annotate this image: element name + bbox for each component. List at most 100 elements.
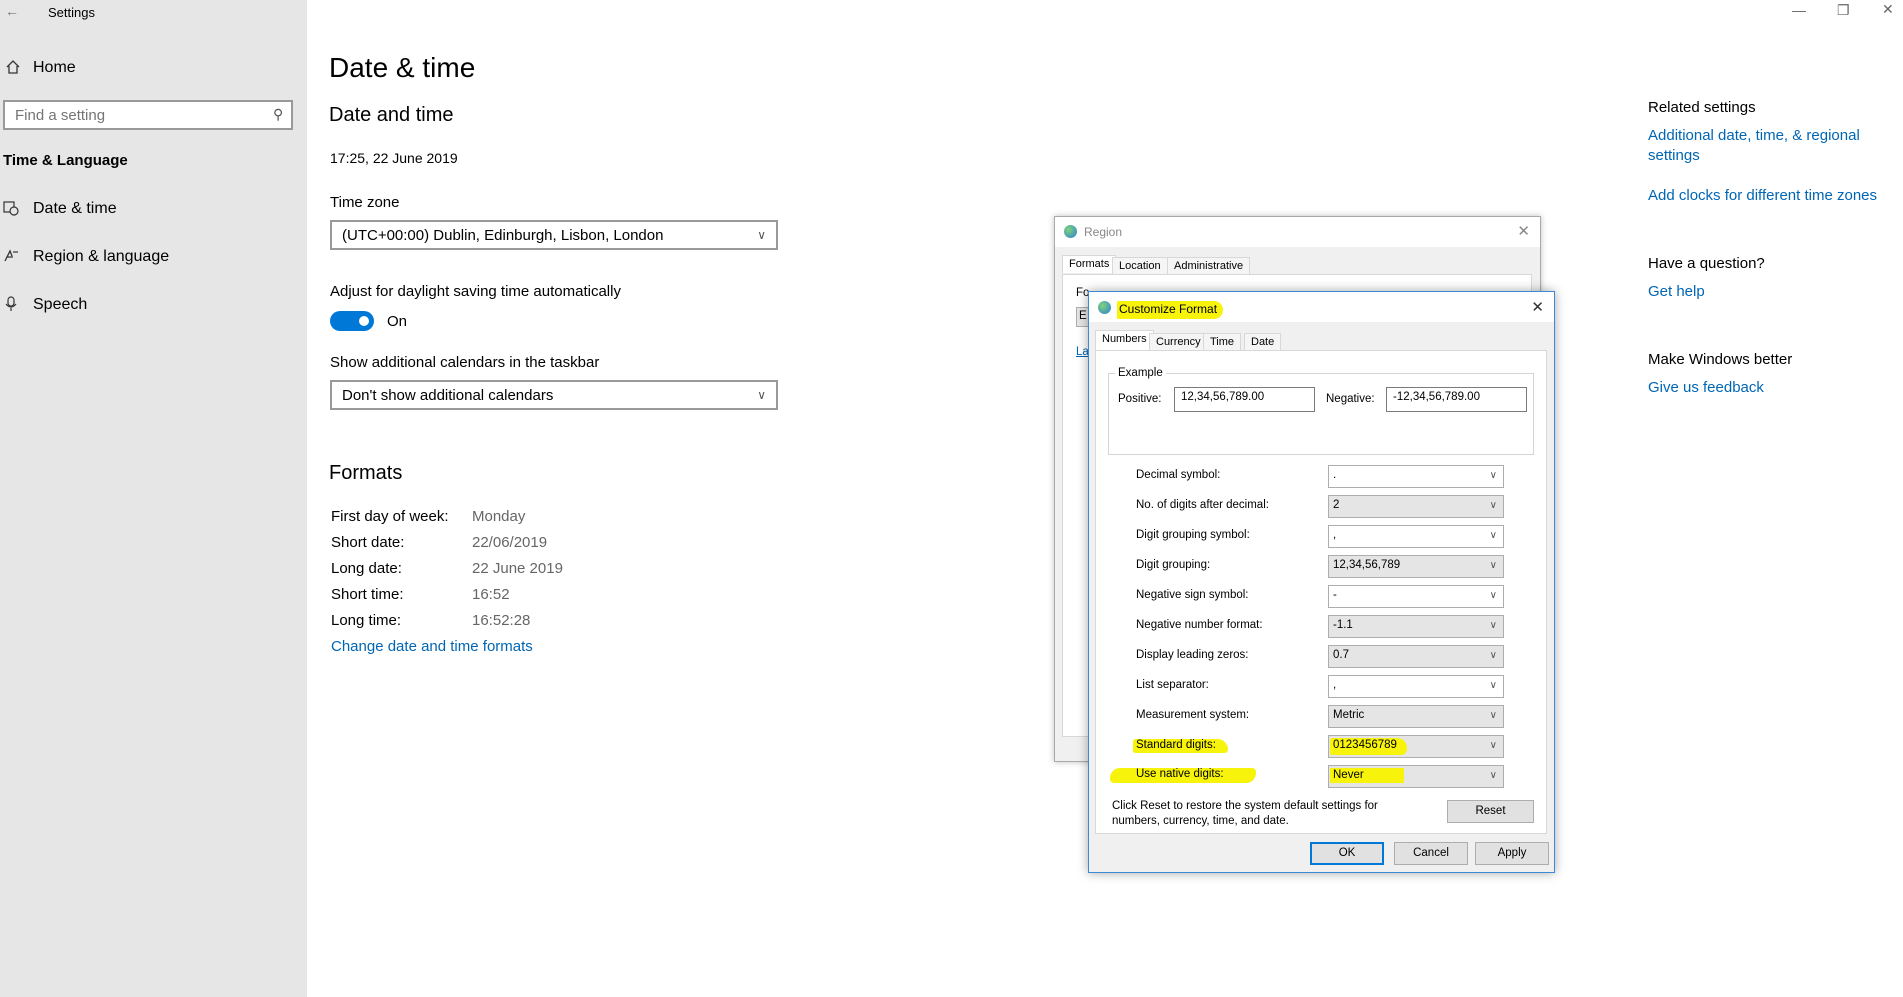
reset-button-label: Reset (1475, 805, 1506, 817)
format-value: Monday (472, 508, 526, 525)
region-titlebar: Region ✕ (1055, 217, 1540, 247)
digit-grouping-label: Digit grouping: (1136, 559, 1211, 571)
dst-toggle[interactable] (330, 311, 374, 331)
close-icon[interactable]: ✕ (1882, 1, 1894, 18)
calendars-label: Show additional calendars in the taskbar (330, 354, 600, 371)
format-value: 22/06/2019 (472, 534, 548, 551)
tab-formats[interactable]: Formats (1062, 255, 1117, 273)
tab-label: Administrative (1174, 260, 1244, 272)
app-title: Settings (48, 5, 95, 20)
format-label: Short date: (331, 534, 405, 551)
tab-administrative[interactable]: Administrative (1167, 257, 1251, 275)
feedback-link[interactable]: Give us feedback (1648, 379, 1764, 396)
negative-example-field: -12,34,56,789.00 (1386, 387, 1527, 412)
tab-label: Currency (1156, 336, 1201, 348)
close-icon[interactable]: ✕ (1531, 298, 1544, 316)
related-link-clocks[interactable]: Add clocks for different time zones (1648, 187, 1877, 204)
chevron-down-icon: ∨ (1489, 680, 1497, 691)
negative-number-format-combo[interactable]: -1.1 ∨ (1328, 615, 1504, 638)
reset-description: Click Reset to restore the system defaul… (1112, 800, 1378, 827)
tab-currency[interactable]: Currency (1149, 333, 1208, 351)
cancel-button[interactable]: Cancel (1394, 842, 1468, 865)
tab-label: Date (1251, 336, 1275, 348)
related-title: Related settings (1648, 99, 1756, 116)
sidebar-item-region-language[interactable]: Region & language (3, 246, 303, 270)
combo-value: , (1333, 529, 1337, 541)
chevron-down-icon: ∨ (1489, 740, 1497, 751)
minimize-icon[interactable]: — (1792, 2, 1806, 18)
question-title: Have a question? (1648, 255, 1765, 272)
standard-digits-label: Standard digits: (1133, 739, 1228, 753)
nav-home[interactable]: Home (5, 57, 295, 79)
reset-button[interactable]: Reset (1447, 800, 1534, 823)
positive-example-field: 12,34,56,789.00 (1174, 387, 1315, 412)
search-icon[interactable]: ⚲ (273, 106, 283, 123)
globe-icon (1098, 301, 1111, 314)
sidebar-item-date-time[interactable]: Date & time (3, 198, 303, 222)
digit-grouping-combo[interactable]: 12,34,56,789 ∨ (1328, 555, 1504, 578)
nav-home-label: Home (33, 59, 76, 76)
example-label: Example (1115, 367, 1166, 379)
decimal-symbol-combo[interactable]: . ∨ (1328, 465, 1504, 488)
negative-sign-symbol-combo[interactable]: - ∨ (1328, 585, 1504, 608)
measurement-system-label: Measurement system: (1136, 709, 1250, 721)
chevron-down-icon: ∨ (1489, 530, 1497, 541)
cancel-button-label: Cancel (1413, 847, 1449, 859)
related-link-regional[interactable]: Additional date, time, & regional settin… (1648, 126, 1878, 166)
search-input[interactable] (13, 106, 257, 125)
negative-number-format-label: Negative number format: (1136, 619, 1263, 631)
format-label: Long date: (331, 560, 402, 577)
format-label: Short time: (331, 586, 404, 603)
sidebar-item-label: Region & language (33, 248, 170, 265)
back-arrow-icon[interactable]: ← (5, 3, 19, 19)
chevron-down-icon: ∨ (757, 228, 766, 242)
tab-location[interactable]: Location (1112, 257, 1168, 275)
apply-button[interactable]: Apply (1475, 842, 1549, 865)
positive-example-value: 12,34,56,789.00 (1181, 391, 1265, 403)
negative-sign-symbol-label: Negative sign symbol: (1136, 589, 1249, 601)
format-label: First day of week: (331, 508, 449, 525)
standard-digits-combo[interactable]: 0123456789 ∨ (1328, 735, 1504, 758)
leading-zeros-combo[interactable]: 0.7 ∨ (1328, 645, 1504, 668)
chevron-down-icon: ∨ (757, 388, 766, 402)
region-title: Region (1084, 225, 1123, 239)
get-help-link[interactable]: Get help (1648, 283, 1705, 300)
timezone-label: Time zone (330, 194, 400, 211)
region-link-fragment[interactable]: La (1076, 346, 1089, 358)
native-digits-combo[interactable]: Never ∨ (1328, 765, 1504, 788)
tab-time[interactable]: Time (1203, 333, 1242, 351)
toggle-knob (359, 316, 369, 326)
chevron-down-icon: ∨ (1489, 590, 1497, 601)
sidebar-item-label: Speech (33, 296, 88, 313)
sidebar-item-label: Date & time (33, 200, 117, 217)
decimal-symbol-label: Decimal symbol: (1136, 469, 1221, 481)
timezone-dropdown[interactable]: (UTC+00:00) Dublin, Edinburgh, Lisbon, L… (330, 220, 778, 250)
ok-button[interactable]: OK (1310, 842, 1384, 865)
digit-grouping-symbol-combo[interactable]: , ∨ (1328, 525, 1504, 548)
combo-value: , (1333, 679, 1337, 691)
category-heading: Time & Language (3, 152, 128, 169)
tab-label: Numbers (1102, 333, 1147, 345)
change-formats-link[interactable]: Change date and time formats (331, 638, 533, 655)
tab-label: Formats (1069, 258, 1110, 270)
measurement-system-combo[interactable]: Metric ∨ (1328, 705, 1504, 728)
tab-label: Time (1210, 336, 1235, 348)
combo-value: Never (1330, 768, 1404, 783)
search-box[interactable]: ⚲ (3, 100, 293, 130)
format-value: 16:52 (472, 586, 510, 603)
combo-value: Metric (1333, 709, 1365, 721)
ok-button-label: OK (1338, 847, 1356, 859)
combo-value: . (1333, 469, 1337, 481)
chevron-down-icon: ∨ (1489, 500, 1497, 511)
close-icon[interactable]: ✕ (1517, 222, 1530, 240)
chevron-down-icon: ∨ (1489, 620, 1497, 631)
calendars-dropdown[interactable]: Don't show additional calendars ∨ (330, 380, 778, 410)
chevron-down-icon: ∨ (1489, 710, 1497, 721)
sidebar-item-speech[interactable]: Speech (3, 294, 303, 318)
restore-icon[interactable]: ❐ (1837, 2, 1850, 19)
tab-date[interactable]: Date (1244, 333, 1282, 351)
apply-button-label: Apply (1497, 847, 1527, 859)
tab-numbers[interactable]: Numbers (1095, 330, 1154, 350)
digits-after-decimal-combo[interactable]: 2 ∨ (1328, 495, 1504, 518)
list-separator-combo[interactable]: , ∨ (1328, 675, 1504, 698)
